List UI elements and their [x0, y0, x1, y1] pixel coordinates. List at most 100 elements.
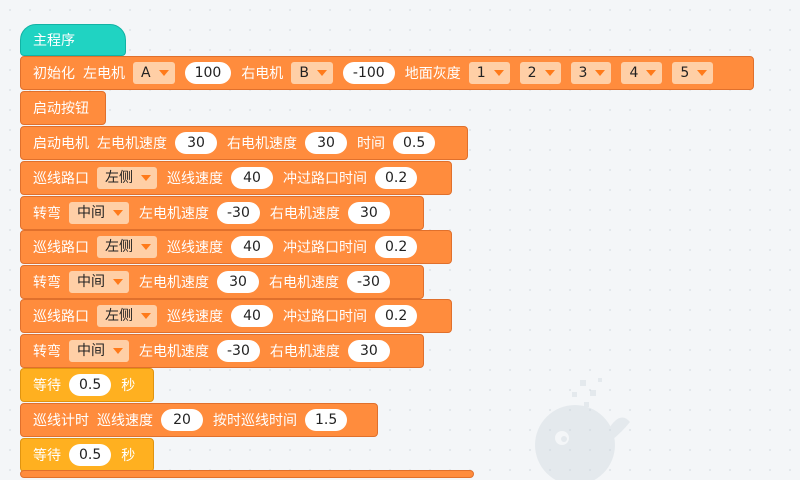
direction-dropdown[interactable]: 中间: [69, 202, 129, 224]
chevron-down-icon: [493, 70, 504, 76]
direction-dropdown[interactable]: 左侧: [97, 236, 157, 258]
left-speed-input[interactable]: 30: [217, 271, 259, 293]
left-motor-port-dropdown[interactable]: A: [133, 62, 175, 84]
gray-port-dropdown-5[interactable]: 5: [672, 62, 714, 84]
left-speed-input[interactable]: -30: [217, 202, 260, 224]
wait-unit-label: 秒: [121, 378, 136, 394]
chevron-down-icon: [316, 70, 327, 76]
chevron-down-icon: [158, 70, 169, 76]
start-button-block[interactable]: 启动按钮: [20, 91, 106, 125]
right-speed-label: 右电机速度: [269, 275, 339, 291]
whale-mascot-icon: [535, 378, 630, 480]
cross-time-label: 冲过路口时间: [283, 240, 367, 256]
wait-time-input[interactable]: 0.5: [69, 444, 112, 466]
left-speed-label: 左电机速度: [139, 206, 209, 222]
start-motor-block[interactable]: 启动电机 左电机速度 30 右电机速度 30 时间 0.5: [20, 126, 468, 160]
main-program-label: 主程序: [33, 33, 75, 49]
dropdown-value: 5: [680, 65, 690, 81]
direction-dropdown[interactable]: 中间: [69, 271, 129, 293]
cross-time-input[interactable]: 0.2: [375, 167, 418, 189]
cross-time-input[interactable]: 0.2: [375, 305, 418, 327]
timed-line-time-input[interactable]: 1.5: [305, 409, 348, 431]
line-speed-input[interactable]: 20: [161, 409, 203, 431]
dropdown-value: 中间: [77, 274, 105, 290]
right-speed-input[interactable]: 30: [347, 202, 390, 224]
dropdown-value: 左侧: [105, 170, 133, 186]
init-label: 初始化: [33, 66, 75, 82]
right-speed-input[interactable]: 30: [347, 340, 390, 362]
left-speed-label: 左电机速度: [139, 275, 209, 291]
start-button-label: 启动按钮: [33, 101, 89, 117]
chevron-down-icon: [113, 348, 123, 354]
right-motor-label: 右电机: [241, 66, 284, 82]
dropdown-value: 2: [527, 65, 537, 81]
gray-port-dropdown-4[interactable]: 4: [621, 62, 663, 84]
wait-label: 等待: [33, 448, 61, 464]
line-intersection-block[interactable]: 巡线路口 左侧 巡线速度 40 冲过路口时间 0.2: [20, 299, 452, 333]
init-block[interactable]: 初始化 左电机 A 100 右电机 B -100 地面灰度 1 2 3 4 5: [20, 56, 754, 90]
dropdown-value: 左侧: [105, 239, 133, 255]
right-motor-value-input[interactable]: -100: [342, 62, 395, 84]
cross-time-label: 冲过路口时间: [283, 171, 367, 187]
ground-gray-label: 地面灰度: [404, 66, 461, 82]
line-speed-input[interactable]: 40: [231, 167, 273, 189]
line-speed-input[interactable]: 40: [231, 305, 273, 327]
right-speed-label: 右电机速度: [269, 206, 340, 222]
left-speed-label: 左电机速度: [139, 344, 209, 360]
left-speed-label: 左电机速度: [97, 136, 167, 152]
turn-block[interactable]: 转弯 中间 左电机速度 -30 右电机速度 30: [20, 196, 424, 230]
line-speed-label: 巡线速度: [167, 171, 223, 187]
dropdown-value: 1: [476, 65, 486, 81]
turn-block[interactable]: 转弯 中间 左电机速度 30 右电机速度 -30: [20, 265, 424, 299]
wait-block[interactable]: 等待 0.5 秒: [20, 368, 154, 402]
cross-time-input[interactable]: 0.2: [375, 236, 418, 258]
start-motor-label: 启动电机: [33, 136, 89, 152]
dropdown-value: 3: [578, 65, 588, 81]
dropdown-value: 中间: [77, 343, 105, 359]
main-program-hat-block[interactable]: 主程序: [20, 24, 126, 56]
wait-block[interactable]: 等待 0.5 秒: [20, 438, 154, 472]
wait-label: 等待: [33, 378, 61, 394]
timed-line-time-label: 按时巡线时间: [213, 413, 297, 429]
chevron-down-icon: [113, 210, 123, 216]
right-speed-input[interactable]: 30: [305, 132, 347, 154]
chevron-down-icon: [646, 70, 657, 76]
direction-dropdown[interactable]: 左侧: [97, 167, 157, 189]
chevron-down-icon: [544, 70, 555, 76]
chevron-down-icon: [141, 313, 151, 319]
dropdown-value: 左侧: [105, 308, 133, 324]
line-intersection-label: 巡线路口: [33, 240, 89, 256]
chevron-down-icon: [141, 175, 151, 181]
time-input[interactable]: 0.5: [393, 132, 436, 154]
gray-port-dropdown-3[interactable]: 3: [570, 62, 612, 84]
right-speed-input[interactable]: -30: [347, 271, 390, 293]
direction-dropdown[interactable]: 左侧: [97, 305, 157, 327]
line-intersection-label: 巡线路口: [33, 171, 89, 187]
cross-time-label: 冲过路口时间: [283, 309, 367, 325]
gray-port-dropdown-2[interactable]: 2: [519, 62, 561, 84]
direction-dropdown[interactable]: 中间: [69, 340, 129, 362]
chevron-down-icon: [141, 244, 151, 250]
right-motor-port-dropdown[interactable]: B: [291, 62, 333, 84]
next-block-partial[interactable]: [20, 470, 474, 478]
turn-label: 转弯: [33, 275, 61, 291]
time-label: 时间: [357, 136, 385, 152]
turn-block[interactable]: 转弯 中间 左电机速度 -30 右电机速度 30: [20, 334, 424, 368]
left-speed-input[interactable]: 30: [175, 132, 217, 154]
line-speed-input[interactable]: 40: [231, 236, 273, 258]
gray-port-dropdown-1[interactable]: 1: [468, 62, 510, 84]
line-intersection-block[interactable]: 巡线路口 左侧 巡线速度 40 冲过路口时间 0.2: [20, 230, 452, 264]
timed-line-label: 巡线计时: [33, 413, 89, 429]
left-motor-value-input[interactable]: 100: [184, 62, 232, 84]
left-speed-input[interactable]: -30: [217, 340, 260, 362]
line-intersection-block[interactable]: 巡线路口 左侧 巡线速度 40 冲过路口时间 0.2: [20, 161, 452, 195]
turn-label: 转弯: [33, 344, 61, 360]
right-speed-label: 右电机速度: [269, 344, 340, 360]
line-speed-label: 巡线速度: [167, 240, 223, 256]
turn-label: 转弯: [33, 206, 61, 222]
timed-line-block[interactable]: 巡线计时 巡线速度 20 按时巡线时间 1.5: [20, 403, 378, 437]
line-speed-label: 巡线速度: [97, 413, 153, 429]
wait-time-input[interactable]: 0.5: [69, 374, 112, 396]
chevron-down-icon: [595, 70, 606, 76]
block-canvas[interactable]: 主程序 初始化 左电机 A 100 右电机 B -100 地面灰度 1 2 3 …: [0, 0, 800, 480]
